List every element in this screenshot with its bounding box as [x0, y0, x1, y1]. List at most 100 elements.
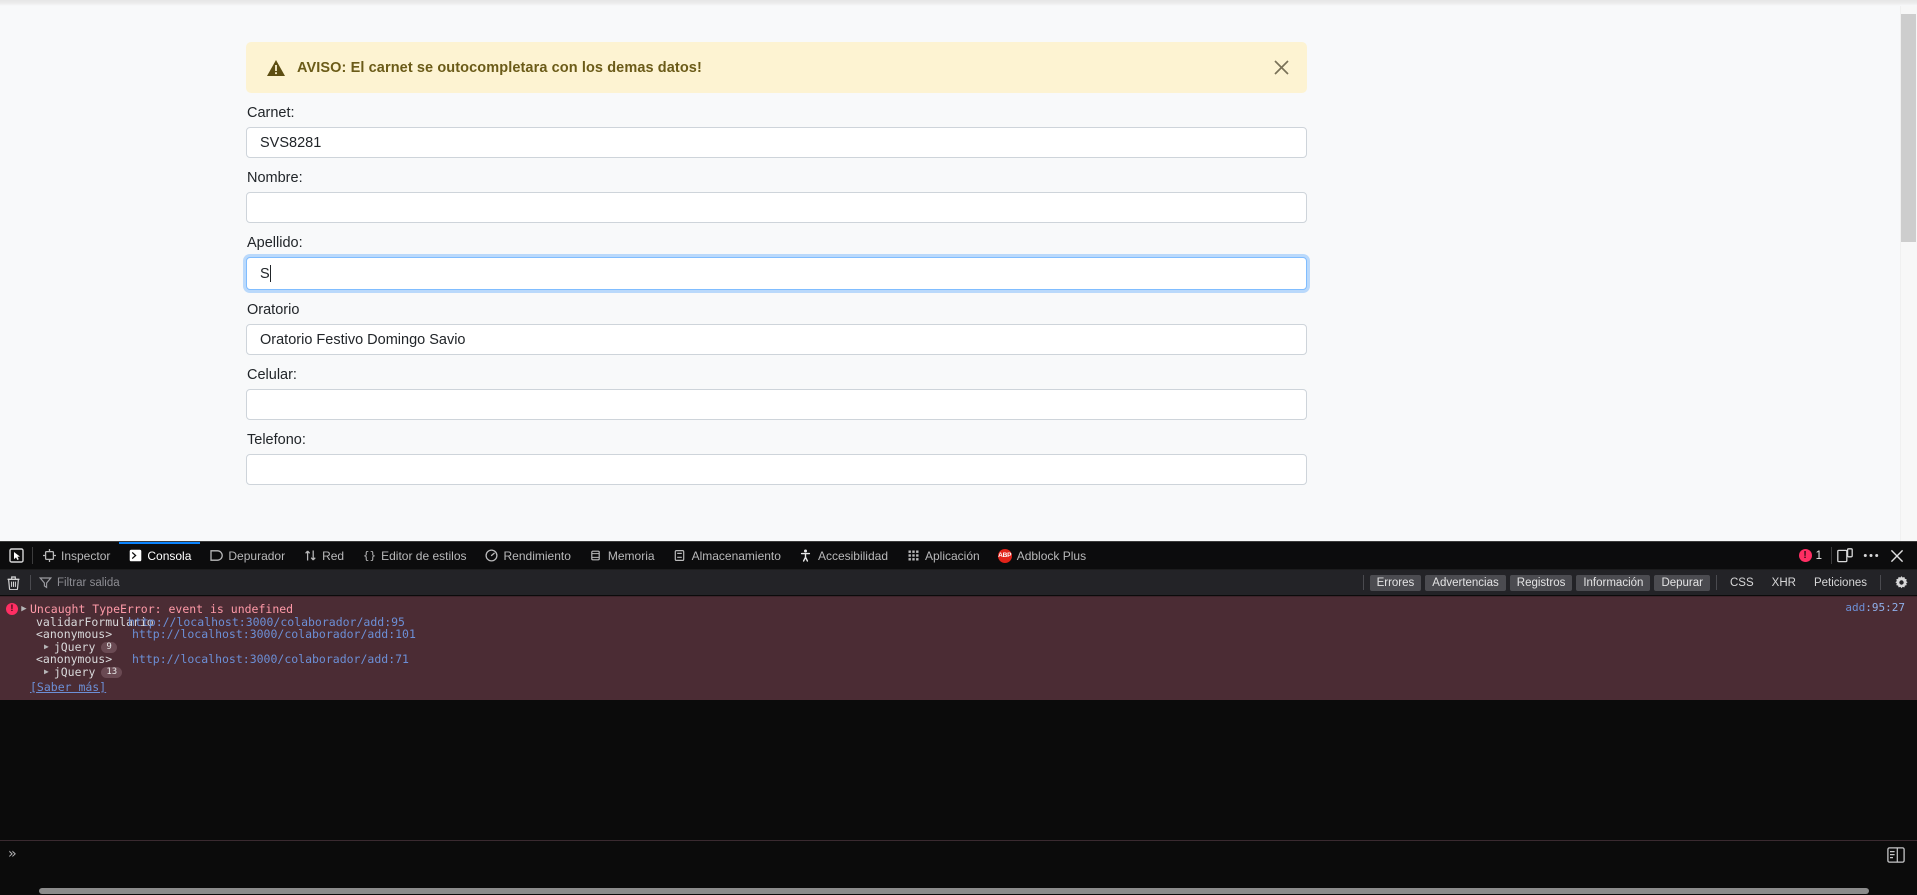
tab-label: Memoria: [607, 548, 655, 563]
filter-toggle-errores[interactable]: Errores: [1369, 574, 1422, 591]
error-title-text: Uncaught TypeError: event is undefined: [30, 601, 294, 616]
filter-toggle-informacion[interactable]: Información: [1576, 574, 1651, 591]
field-label-celular: Celular:: [247, 367, 297, 383]
toggles-divider-right: [1716, 575, 1717, 590]
devtools-scrollbar-thumb[interactable]: [39, 888, 1869, 894]
console-filter-toggles: Errores Advertencias Registros Informaci…: [1359, 570, 1917, 596]
expand-twisty-icon[interactable]: ▶: [44, 666, 49, 678]
style-editor-icon: {}: [362, 549, 376, 563]
colaborador-form: AVISO: El carnet se outocompletara con l…: [246, 0, 1307, 485]
console-prompt-icon: »: [8, 846, 17, 862]
devtools-horizontal-scrollbar[interactable]: [0, 886, 1917, 895]
carnet-input[interactable]: [246, 127, 1307, 158]
more-options-icon[interactable]: [1858, 543, 1884, 569]
debugger-icon: [209, 549, 223, 563]
tab-memoria[interactable]: Memoria: [580, 542, 664, 570]
tab-label: Red: [322, 548, 345, 563]
stack-group-count: 9: [101, 641, 117, 653]
field-label-carnet: Carnet:: [247, 105, 295, 121]
editor-mode-icon[interactable]: [1887, 847, 1905, 863]
devtools-panel: Inspector Consola Depurador Red {} Edito…: [0, 541, 1917, 895]
tab-label: Rendimiento: [503, 548, 571, 563]
error-source-location[interactable]: add:95:27: [1845, 601, 1905, 614]
stack-source-link[interactable]: http://localhost:3000/colaborador/add:10…: [132, 628, 416, 640]
celular-input[interactable]: [246, 389, 1307, 420]
stack-group-label: jQuery: [53, 665, 96, 679]
page-vertical-scrollbar[interactable]: [1900, 6, 1917, 541]
filterbar-divider: [30, 575, 31, 590]
devtools-toolbar: Inspector Consola Depurador Red {} Edito…: [0, 541, 1917, 570]
apellido-input[interactable]: S: [246, 257, 1307, 290]
tab-label: Accesibilidad: [817, 548, 888, 563]
stack-function-name: <anonymous>: [36, 652, 113, 666]
console-settings-icon[interactable]: [1889, 571, 1913, 595]
tab-rendimiento[interactable]: Rendimiento: [476, 542, 580, 570]
stack-frame-row: <anonymous> http://localhost:3000/colabo…: [0, 653, 1917, 665]
application-icon: [906, 549, 920, 563]
error-location-position: :95:27: [1865, 601, 1905, 614]
learn-more-link[interactable]: [Saber más]: [0, 680, 106, 694]
console-input-row[interactable]: »: [0, 840, 1917, 887]
svg-text:{}: {}: [363, 549, 376, 562]
filter-toggle-peticiones[interactable]: Peticiones: [1807, 575, 1874, 591]
console-filter-bar: Filtrar salida Errores Advertencias Regi…: [0, 570, 1917, 596]
stack-url-text: http://localhost:3000/colaborador/add: [132, 652, 389, 666]
tab-consola[interactable]: Consola: [119, 541, 201, 570]
warning-triangle-icon: [266, 59, 286, 77]
storage-icon: [673, 549, 687, 563]
error-severity-icon: !: [6, 602, 18, 615]
field-label-telefono: Telefono:: [247, 432, 306, 448]
field-label-oratorio: Oratorio: [247, 302, 300, 318]
console-icon: [128, 549, 142, 563]
network-icon: [303, 549, 317, 563]
browser-page-viewport: AVISO: El carnet se outocompletara con l…: [0, 0, 1917, 541]
console-output-area[interactable]: ! ▶ Uncaught TypeError: event is undefin…: [0, 596, 1917, 840]
filter-toggle-depurar[interactable]: Depurar: [1654, 574, 1710, 591]
tab-accesibilidad[interactable]: Accesibilidad: [790, 542, 897, 570]
devtools-toolbar-right: ! 1: [1790, 542, 1917, 570]
adblock-plus-icon: ABP: [997, 548, 1012, 563]
oratorio-input[interactable]: [246, 324, 1307, 355]
page-scrollbar-thumb[interactable]: [1901, 14, 1916, 242]
tab-editor-de-estilos[interactable]: {} Editor de estilos: [353, 542, 475, 570]
console-error-message[interactable]: ! ▶ Uncaught TypeError: event is undefin…: [0, 596, 1917, 700]
error-count-label: 1: [1815, 549, 1822, 562]
field-label-apellido: Apellido:: [247, 235, 303, 251]
stack-url-text: http://localhost:3000/colaborador/add: [132, 627, 389, 641]
inspector-icon: [42, 549, 56, 563]
tab-label: Editor de estilos: [381, 548, 467, 563]
close-icon[interactable]: [1267, 54, 1295, 82]
filter-toggle-registros[interactable]: Registros: [1509, 574, 1573, 591]
tab-almacenamiento[interactable]: Almacenamiento: [664, 542, 790, 570]
memory-icon: [589, 549, 603, 563]
tab-label: Depurador: [228, 548, 286, 563]
filter-toggle-advertencias[interactable]: Advertencias: [1425, 574, 1506, 591]
tab-label: Adblock Plus: [1016, 548, 1087, 563]
error-badge-icon: !: [1798, 549, 1812, 562]
filter-input-wrapper[interactable]: Filtrar salida: [38, 573, 120, 593]
filter-toggle-xhr[interactable]: XHR: [1765, 575, 1803, 591]
stack-source-link[interactable]: http://localhost:3000/colaborador/add:71: [132, 653, 409, 665]
filter-toggle-css[interactable]: CSS: [1723, 575, 1761, 591]
tab-depurador[interactable]: Depurador: [200, 542, 294, 570]
tab-red[interactable]: Red: [294, 542, 353, 570]
nombre-input[interactable]: [246, 192, 1307, 223]
filter-placeholder-text: Filtrar salida: [57, 576, 120, 589]
tab-adblock-plus[interactable]: ABP Adblock Plus: [989, 542, 1095, 570]
responsive-design-mode-icon[interactable]: [1832, 543, 1858, 569]
expand-twisty-icon[interactable]: ▶: [18, 604, 30, 614]
apellido-input-value: S: [260, 265, 270, 282]
stack-frame-row: <anonymous> http://localhost:3000/colabo…: [0, 628, 1917, 640]
alert-message: AVISO: El carnet se outocompletara con l…: [297, 59, 702, 76]
close-devtools-icon[interactable]: [1884, 543, 1910, 569]
clear-console-icon[interactable]: [0, 570, 26, 596]
performance-icon: [485, 549, 499, 563]
tab-label: Consola: [147, 548, 192, 563]
error-count-indicator[interactable]: ! 1: [1790, 549, 1831, 562]
tab-aplicacion[interactable]: Aplicación: [897, 542, 989, 570]
telefono-input[interactable]: [246, 454, 1307, 485]
tab-inspector[interactable]: Inspector: [33, 542, 119, 570]
stack-group-jquery[interactable]: ▶ jQuery 13: [0, 666, 1917, 678]
toggles-divider-left: [1362, 575, 1364, 590]
element-picker-icon[interactable]: [0, 542, 32, 570]
